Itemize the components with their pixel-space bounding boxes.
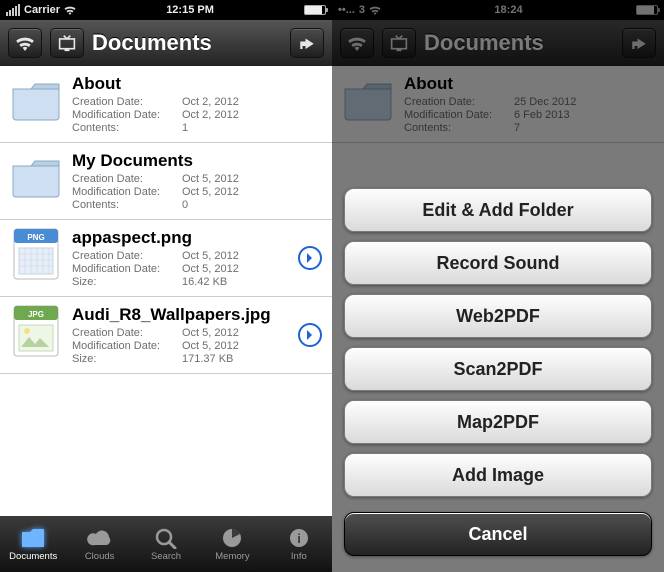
sheet-web2pdf-button[interactable]: Web2PDF <box>344 294 652 338</box>
action-sheet: Edit & Add Folder Record Sound Web2PDF S… <box>332 178 664 572</box>
tab-label: Info <box>291 551 307 562</box>
tab-clouds[interactable]: Clouds <box>66 516 132 572</box>
meta-value: 0 <box>182 199 322 211</box>
sheet-scan2pdf-button[interactable]: Scan2PDF <box>344 347 652 391</box>
tab-search[interactable]: Search <box>133 516 199 572</box>
svg-text:JPG: JPG <box>28 310 44 319</box>
detail-disclosure-button[interactable] <box>298 246 322 270</box>
tab-documents[interactable]: Documents <box>0 516 66 572</box>
file-list[interactable]: About Creation Date:Oct 2, 2012 Modifica… <box>0 66 332 516</box>
wifi-share-button[interactable] <box>8 28 42 58</box>
screen-action-sheet: ••... 3 18:24 Documents <box>332 0 664 572</box>
nav-title: Documents <box>92 30 282 56</box>
list-item[interactable]: My Documents Creation Date:Oct 5, 2012 M… <box>0 143 332 220</box>
meta-label: Modification Date: <box>72 263 182 275</box>
status-bar: Carrier 12:15 PM <box>0 0 332 20</box>
meta-value: Oct 2, 2012 <box>182 96 322 108</box>
meta-label: Creation Date: <box>72 96 182 108</box>
meta-label: Modification Date: <box>72 186 182 198</box>
meta-value: 16.42 KB <box>182 276 322 288</box>
meta-label: Creation Date: <box>72 250 182 262</box>
meta-label: Size: <box>72 276 182 288</box>
carrier-label: Carrier <box>24 4 60 16</box>
list-item[interactable]: About Creation Date:Oct 2, 2012 Modifica… <box>0 66 332 143</box>
meta-label: Modification Date: <box>72 340 182 352</box>
tab-info[interactable]: i Info <box>266 516 332 572</box>
tab-label: Documents <box>9 551 57 562</box>
share-button[interactable] <box>290 28 324 58</box>
tab-label: Memory <box>215 551 249 562</box>
meta-label: Modification Date: <box>72 109 182 121</box>
tab-label: Clouds <box>85 551 115 562</box>
meta-value: Oct 2, 2012 <box>182 109 322 121</box>
svg-text:PNG: PNG <box>27 233 44 242</box>
meta-label: Creation Date: <box>72 327 182 339</box>
sheet-map2pdf-button[interactable]: Map2PDF <box>344 400 652 444</box>
battery-icon <box>304 5 326 15</box>
meta-label: Contents: <box>72 199 182 211</box>
item-title: About <box>72 74 322 94</box>
meta-value: Oct 5, 2012 <box>182 186 322 198</box>
nav-bar: Documents <box>0 20 332 66</box>
sheet-edit-add-folder-button[interactable]: Edit & Add Folder <box>344 188 652 232</box>
item-title: My Documents <box>72 151 322 171</box>
item-title: appaspect.png <box>72 228 322 248</box>
png-file-icon: PNG <box>10 228 62 280</box>
meta-label: Size: <box>72 353 182 365</box>
tab-label: Search <box>151 551 181 562</box>
list-item[interactable]: JPG Audi_R8_Wallpapers.jpg Creation Date… <box>0 297 332 374</box>
meta-label: Contents: <box>72 122 182 134</box>
folder-icon <box>10 151 62 203</box>
meta-value: 1 <box>182 122 322 134</box>
tab-bar: Documents Clouds Search Memory i Info <box>0 516 332 572</box>
svg-text:i: i <box>297 531 301 546</box>
meta-value: Oct 5, 2012 <box>182 173 322 185</box>
signal-bars-icon <box>6 4 20 16</box>
wifi-icon <box>64 5 76 15</box>
list-item[interactable]: PNG appaspect.png Creation Date:Oct 5, 2… <box>0 220 332 297</box>
screen-documents-list: Carrier 12:15 PM Documents <box>0 0 332 572</box>
item-title: Audi_R8_Wallpapers.jpg <box>72 305 322 325</box>
jpg-file-icon: JPG <box>10 305 62 357</box>
sheet-cancel-button[interactable]: Cancel <box>344 512 652 556</box>
tv-button[interactable] <box>50 28 84 58</box>
meta-label: Creation Date: <box>72 173 182 185</box>
sheet-record-sound-button[interactable]: Record Sound <box>344 241 652 285</box>
folder-icon <box>10 74 62 126</box>
clock-label: 12:15 PM <box>76 4 304 16</box>
detail-disclosure-button[interactable] <box>298 323 322 347</box>
sheet-add-image-button[interactable]: Add Image <box>344 453 652 497</box>
tab-memory[interactable]: Memory <box>199 516 265 572</box>
meta-value: 171.37 KB <box>182 353 322 365</box>
